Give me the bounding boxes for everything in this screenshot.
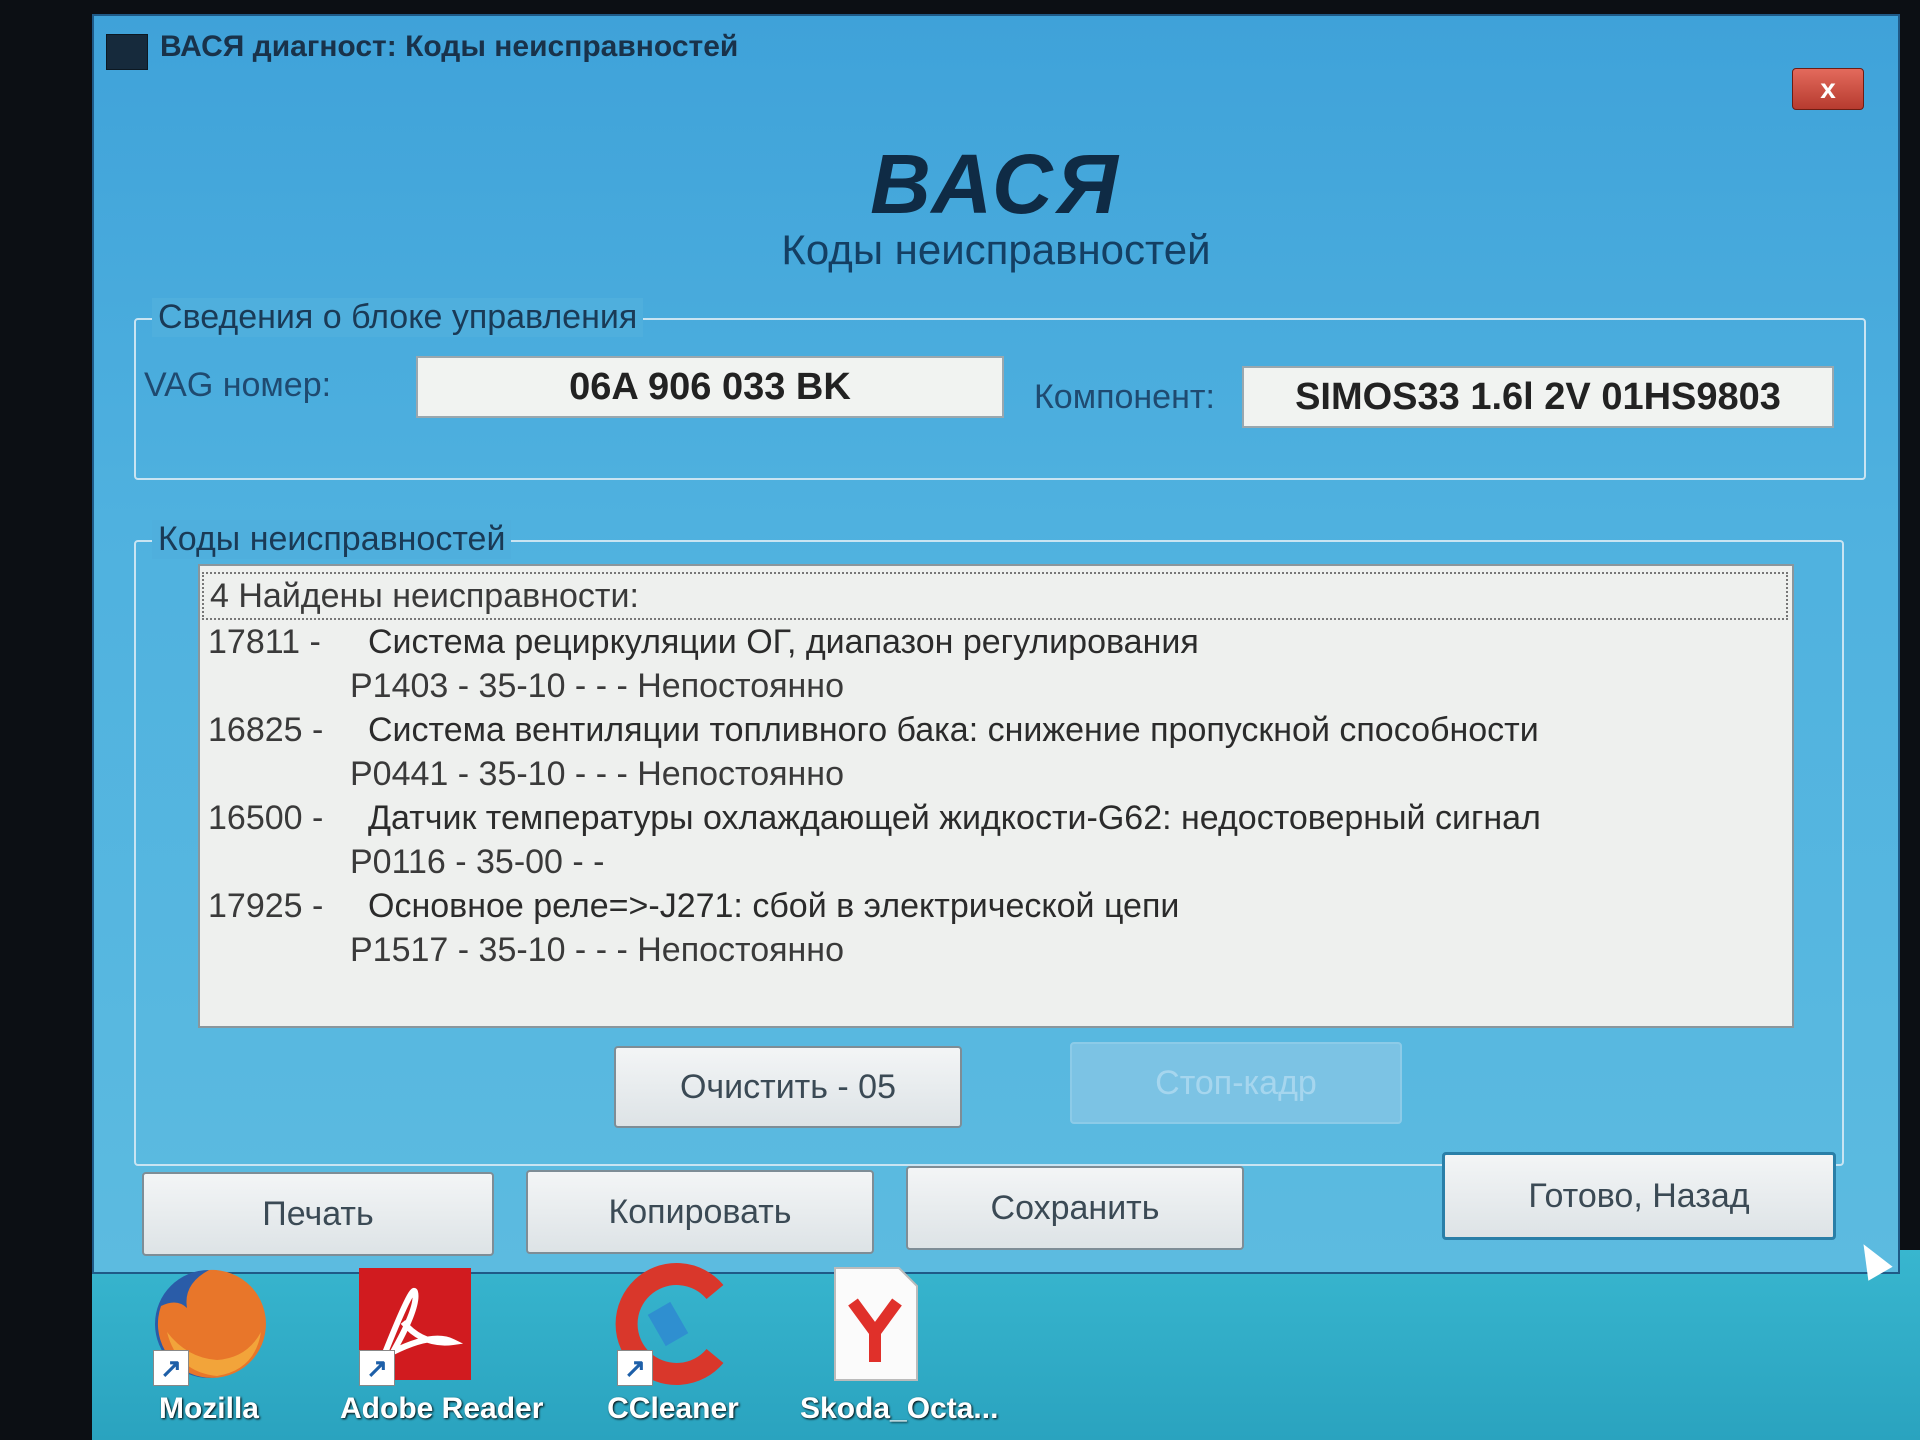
copy-button[interactable]: Копировать: [526, 1170, 874, 1254]
title-bar[interactable]: ВАСЯ диагност: Коды неисправностей: [94, 16, 1898, 80]
app-icon: [106, 34, 148, 70]
desktop-icon-mozilla[interactable]: ↗ Mozilla: [134, 1262, 284, 1432]
component-label: Компонент:: [1034, 378, 1215, 416]
shortcut-arrow-icon: ↗: [153, 1350, 189, 1386]
fault-code: 16500 -: [208, 799, 324, 837]
component-field[interactable]: SIMOS33 1.6l 2V 01HS9803: [1242, 366, 1834, 428]
ccleaner-icon: ↗: [611, 1262, 735, 1386]
list-item[interactable]: 17925 - Основное реле=>-J271: сбой в эле…: [200, 884, 1792, 928]
shortcut-arrow-icon: ↗: [359, 1350, 395, 1386]
window-title: ВАСЯ диагност: Коды неисправностей: [160, 30, 739, 63]
shortcut-arrow-icon: ↗: [617, 1350, 653, 1386]
ecu-info-legend: Сведения о блоке управления: [152, 298, 644, 337]
list-item[interactable]: P1403 - 35-10 - - - Непостоянно: [200, 664, 1792, 708]
fault-code: 16825 -: [208, 711, 324, 749]
list-item[interactable]: 16500 - Датчик температуры охлаждающей ж…: [200, 796, 1792, 840]
desktop-icon-label: Mozilla: [158, 1392, 259, 1425]
fault-codes-legend: Коды неисправностей: [152, 520, 512, 559]
desktop-icon-ccleaner[interactable]: ↗ CCleaner: [598, 1262, 748, 1432]
desktop-icon-label: CCleaner: [607, 1392, 739, 1425]
vag-number-field[interactable]: 06A 906 033 BK: [416, 356, 1004, 418]
fault-detail: P0441 - 35-10 - - - Непостоянно: [350, 755, 844, 793]
list-item[interactable]: 16825 - Система вентиляции топливного ба…: [200, 708, 1792, 752]
fault-description: Система рециркуляции ОГ, диапазон регули…: [368, 623, 1199, 661]
yandex-browser-icon: [813, 1262, 937, 1386]
fault-detail: P1403 - 35-10 - - - Непостоянно: [350, 667, 844, 705]
fault-code: 17811 -: [208, 623, 321, 661]
done-back-button[interactable]: Готово, Назад: [1442, 1152, 1836, 1240]
fault-codes-list[interactable]: 4 Найдены неисправности: 17811 - Система…: [198, 564, 1794, 1028]
close-button[interactable]: x: [1792, 68, 1864, 110]
clear-codes-button[interactable]: Очистить - 05: [614, 1046, 962, 1128]
page-subtitle: Коды неисправностей: [781, 226, 1211, 273]
print-button[interactable]: Печать: [142, 1172, 494, 1256]
firefox-icon: ↗: [147, 1262, 271, 1386]
diagnostic-window: ВАСЯ диагност: Коды неисправностей x ВАС…: [92, 14, 1900, 1274]
list-item[interactable]: P0116 - 35-00 - -: [200, 840, 1792, 884]
fault-detail: P0116 - 35-00 - -: [350, 843, 605, 881]
fault-code: 17925 -: [208, 887, 324, 925]
freeze-frame-button[interactable]: Стоп-кадр: [1070, 1042, 1402, 1124]
list-item[interactable]: P0441 - 35-10 - - - Непостоянно: [200, 752, 1792, 796]
adobe-reader-icon: ↗: [353, 1262, 477, 1386]
app-brand: ВАСЯ: [870, 137, 1122, 231]
fault-description: Датчик температуры охлаждающей жидкости-…: [368, 799, 1541, 837]
fault-count-header[interactable]: 4 Найдены неисправности:: [202, 572, 1788, 620]
fault-detail: P1517 - 35-10 - - - Непостоянно: [350, 931, 844, 969]
fault-description: Основное реле=>-J271: сбой в электрическ…: [368, 887, 1180, 925]
fault-description: Система вентиляции топливного бака: сниж…: [368, 711, 1539, 749]
list-item[interactable]: P1517 - 35-10 - - - Непостоянно: [200, 928, 1792, 972]
desktop-icon-label: Adobe Reader: [340, 1392, 544, 1425]
vag-number-label: VAG номер:: [144, 366, 332, 404]
desktop-icon-label: Skoda_Octa...: [800, 1392, 999, 1425]
list-item[interactable]: 17811 - Система рециркуляции ОГ, диапазо…: [200, 620, 1792, 664]
save-button[interactable]: Сохранить: [906, 1166, 1244, 1250]
desktop-icon-adobe-reader[interactable]: ↗ Adobe Reader: [340, 1262, 544, 1432]
desktop-icon-skoda-octa[interactable]: Skoda_Octa...: [800, 1262, 999, 1432]
